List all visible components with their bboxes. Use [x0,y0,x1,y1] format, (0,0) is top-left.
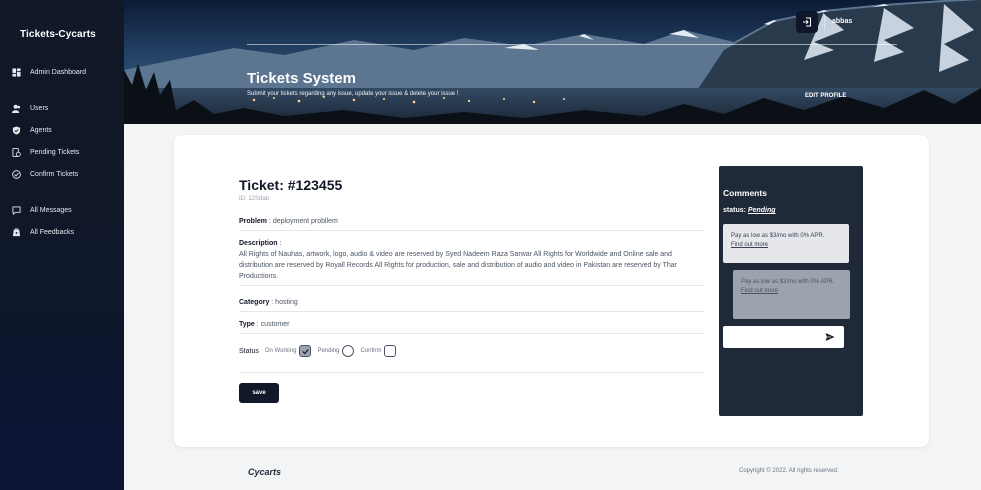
category-label: Category [239,299,270,306]
comment-message: Pay as low as $3/mo with 0% APR. Find ou… [723,224,849,263]
sidebar: Tickets-Cycarts Admin Dashboard Users Ag… [0,0,124,490]
edit-profile-link[interactable]: EDIT PROFILE [805,93,846,99]
footer-copyright: Copyright © 2022. All rights reserved. [739,468,839,474]
sidebar-item-label: Pending Tickets [30,149,80,156]
sidebar-item-label: Confirm Tickets [30,171,79,178]
comment-status-value: Pending [747,207,776,214]
sidebar-item-label: Admin Dashboard [30,69,87,76]
sidebar-item-all-feedbacks[interactable]: All Feedbacks [12,228,74,237]
pending-icon [12,148,21,157]
ticket-title: Ticket: #123455 [239,177,343,193]
status-option-on-working-label: On Working [264,348,297,354]
category-value: : hosting [271,299,298,306]
sidebar-item-admin-dashboard[interactable]: Admin Dashboard [12,68,86,77]
check-circle-icon [12,170,21,179]
sidebar-item-label: All Feedbacks [30,229,74,236]
message-icon [12,206,21,215]
sidebar-item-pending-tickets[interactable]: Pending Tickets [12,148,79,157]
comment-status: status: Pending [723,207,776,214]
logout-button[interactable] [796,11,818,33]
logout-icon [803,17,811,27]
comments-title: Comments [723,188,767,198]
hero-banner: Tickets System Submit your tickets regar… [124,0,981,124]
sidebar-item-label: Users [30,105,49,112]
page-subtitle: Submit your tickets regarding any issue,… [247,91,459,97]
description-field: Description : All Rights of Nauhas, artw… [239,238,704,286]
status-option-confirm-label: Confirm [360,348,382,354]
status-confirm-checkbox[interactable] [384,345,397,357]
feedback-icon [12,228,21,237]
comments-panel: Comments status: Pending Pay as low as $… [719,166,863,416]
form-divider [239,372,704,373]
type-field: Type : customer [239,319,704,334]
users-icon [12,104,21,113]
status-option-pending-label: Pending [317,348,340,354]
comment-text: Pay as low as $3/mo with 0% APR. [731,233,825,239]
description-value: All Rights of Nauhas, artwork, logo, aud… [239,251,677,280]
type-value: : customer [256,321,290,328]
sidebar-item-agents[interactable]: Agents [12,126,52,135]
description-label: Description [239,240,278,247]
comment-text: Pay as low as $3/mo with 0% APR. [741,279,835,285]
problem-label: Problem [239,218,268,225]
shield-icon [12,126,21,135]
status-row: Status On Working Pending Confirm [239,345,402,357]
status-on-working-checkbox[interactable] [299,345,312,357]
find-out-more-link[interactable]: Find out more [731,242,768,248]
dashboard-icon [12,68,21,77]
sidebar-item-users[interactable]: Users [12,104,48,113]
comment-status-label: status: [723,207,746,214]
header-separator [824,14,825,30]
sidebar-item-label: Agents [30,127,52,134]
sidebar-item-confirm-tickets[interactable]: Confirm Tickets [12,170,78,179]
page-title: Tickets System [247,70,356,87]
problem-value: : deployment probllem [268,218,338,225]
ticket-card: Ticket: #123455 ID: 12Sdab Problem : dep… [174,135,929,447]
ticket-id: ID: 12Sdab [239,196,270,202]
sidebar-item-label: All Messages [30,207,72,214]
checkmark-icon [302,348,309,354]
status-pending-radio[interactable] [342,345,355,357]
problem-field: Problem : deployment probllem [239,216,704,231]
mountain-landscape-image [124,0,981,124]
status-label: Status [239,347,259,355]
hero-divider [247,44,897,45]
sidebar-item-all-messages[interactable]: All Messages [12,206,72,215]
description-colon: : [279,240,282,247]
save-button[interactable]: save [239,383,279,403]
comment-message: Pay as low as $3/mo with 0% APR. Find ou… [733,270,850,319]
brand-logo[interactable]: Tickets-Cycarts [20,29,96,40]
type-label: Type [239,321,255,328]
send-icon[interactable] [825,332,835,342]
user-name[interactable]: abbas [832,18,852,25]
footer-brand[interactable]: Cycarts [248,467,281,477]
category-field: Category : hosting [239,297,704,312]
find-out-more-link[interactable]: Find out more [741,288,778,294]
